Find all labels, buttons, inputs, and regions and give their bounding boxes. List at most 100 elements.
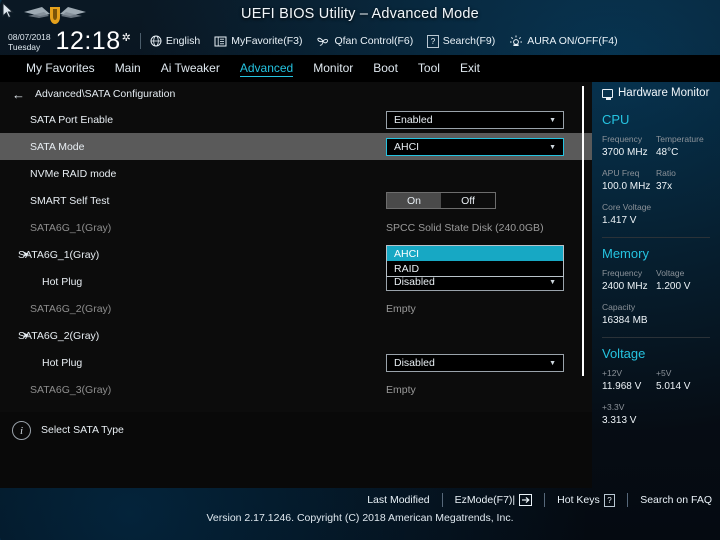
myfavorite-label: MyFavorite(F3) <box>231 35 303 47</box>
cpu-core-voltage-label: Core Voltage <box>602 202 652 212</box>
gear-icon[interactable]: ✲ <box>122 31 131 44</box>
ezmode-label: EzMode(F7)| <box>454 494 516 506</box>
search-on-faq-button[interactable]: Search on FAQ <box>640 494 712 506</box>
sata-port-enable-dropdown[interactable]: Enabled ▼ <box>386 111 564 129</box>
header-toolbar: 08/07/2018 Tuesday 12:18 ✲ English MyFav… <box>0 27 720 55</box>
tab-monitor[interactable]: Monitor <box>313 61 353 76</box>
dropdown-value: Disabled <box>394 357 435 369</box>
toggle-on-option[interactable]: On <box>387 193 441 208</box>
expand-arrow-icon: ➤ <box>22 249 30 259</box>
question-box-icon: ? <box>603 493 616 507</box>
row-value: SPCC Solid State Disk (240.0GB) <box>386 221 544 234</box>
vertical-scrollbar[interactable] <box>582 86 584 376</box>
row-sata6g-2-node[interactable]: ➤ SATA6G_2(Gray) <box>0 322 592 349</box>
divider <box>602 237 710 238</box>
question-box-icon: ? <box>427 34 439 48</box>
version-text: Version 2.17.1246. Copyright (C) 2018 Am… <box>206 512 514 524</box>
row-sata6g-2-info: SATA6G_2(Gray) Empty <box>0 295 592 322</box>
qfan-control-button[interactable]: Qfan Control(F6) <box>316 35 413 47</box>
voltage-5v-value: 5.014 V <box>656 381 691 392</box>
cpu-frequency: Frequency 3700 MHz <box>602 133 656 160</box>
divider <box>544 493 546 507</box>
globe-icon <box>150 35 162 47</box>
memory-voltage-value: 1.200 V <box>656 281 691 292</box>
search-label: Search(F9) <box>442 35 496 47</box>
breadcrumb-text: Advanced\SATA Configuration <box>35 88 176 100</box>
back-arrow-icon[interactable]: ← <box>12 87 25 102</box>
toggle-off-option[interactable]: Off <box>441 193 495 208</box>
tab-boot[interactable]: Boot <box>373 61 398 76</box>
row-label: SMART Self Test <box>30 194 110 207</box>
cpu-core-voltage: Core Voltage 1.417 V <box>602 201 710 228</box>
language-button[interactable]: English <box>150 35 200 47</box>
page-title: UEFI BIOS Utility – Advanced Mode <box>241 6 479 22</box>
row-sata-mode[interactable]: SATA Mode AHCI ▼ <box>0 133 592 160</box>
header-bar: UEFI BIOS Utility – Advanced Mode 08/07/… <box>0 0 720 55</box>
memory-capacity: Capacity 16384 MB <box>602 301 710 328</box>
aura-label: AURA ON/OFF(F4) <box>527 35 618 47</box>
memory-frequency-label: Frequency <box>602 268 643 278</box>
tab-main[interactable]: Main <box>115 61 141 76</box>
last-modified-button[interactable]: Last Modified <box>367 494 429 506</box>
datetime-block: 08/07/2018 Tuesday 12:18 ✲ <box>8 28 131 54</box>
row-label: SATA6G_3(Gray) <box>30 383 112 396</box>
row-hot-plug-2[interactable]: Hot Plug Disabled ▼ <box>0 349 592 376</box>
row-value: Empty <box>386 302 416 315</box>
book-icon <box>214 36 227 47</box>
myfavorite-button[interactable]: MyFavorite(F3) <box>214 35 302 47</box>
cpu-temperature: Temperature 48°C <box>656 133 710 160</box>
sata-mode-dropdown[interactable]: AHCI ▼ <box>386 138 564 156</box>
aura-button[interactable]: AURA ON/OFF(F4) <box>509 35 618 47</box>
row-label: SATA6G_2(Gray) <box>30 302 112 315</box>
cpu-temperature-value: 48°C <box>656 147 679 158</box>
dropdown-option-ahci[interactable]: AHCI <box>387 246 563 261</box>
tab-exit[interactable]: Exit <box>460 61 480 76</box>
hardware-monitor-title: Hardware Monitor <box>602 82 710 104</box>
memory-freq-volt-group: Frequency 2400 MHz Voltage 1.200 V <box>602 267 710 294</box>
cpu-apu-ratio-group: APU Freq 100.0 MHz Ratio 37x <box>602 167 710 194</box>
voltage-5v: +5V 5.014 V <box>656 367 710 394</box>
row-smart-self-test[interactable]: SMART Self Test On Off <box>0 187 592 214</box>
voltage-33v-value: 3.313 V <box>602 415 637 426</box>
cpu-apu-value: 100.0 MHz <box>602 181 651 192</box>
divider <box>139 33 141 49</box>
row-label: SATA6G_1(Gray) <box>18 248 100 261</box>
cpu-apu-freq: APU Freq 100.0 MHz <box>602 167 656 194</box>
hot-keys-button[interactable]: Hot Keys ? <box>557 493 616 507</box>
chevron-down-icon: ▼ <box>549 359 556 367</box>
ezmode-button[interactable]: EzMode(F7)| <box>455 494 533 506</box>
row-sata-port-enable[interactable]: SATA Port Enable Enabled ▼ <box>0 106 592 133</box>
voltage-33v-label: +3.3V <box>602 402 625 412</box>
cpu-ratio-value: 37x <box>656 181 673 192</box>
search-button[interactable]: ? Search(F9) <box>427 34 496 48</box>
tab-my-favorites[interactable]: My Favorites <box>26 61 95 76</box>
memory-section-title: Memory <box>602 246 649 261</box>
hot-plug-2-dropdown[interactable]: Disabled ▼ <box>386 354 564 372</box>
divider <box>602 337 710 338</box>
chevron-down-icon: ▼ <box>549 143 556 151</box>
language-label: English <box>165 35 201 47</box>
dropdown-option-raid[interactable]: RAID <box>387 261 563 276</box>
settings-panel: ← Advanced\SATA Configuration SATA Port … <box>0 82 592 423</box>
hardware-monitor-label: Hardware Monitor <box>618 87 710 99</box>
sata-mode-dropdown-list[interactable]: AHCI RAID <box>386 245 564 277</box>
voltage-rails-group: +12V 11.968 V +5V 5.014 V <box>602 367 710 394</box>
memory-frequency: Frequency 2400 MHz <box>602 267 656 294</box>
cpu-frequency-label: Frequency <box>602 134 643 144</box>
row-nvme-raid-mode[interactable]: NVMe RAID mode <box>0 160 592 187</box>
row-value: Empty <box>386 383 416 396</box>
aura-light-icon <box>509 35 523 47</box>
memory-voltage-label: Voltage <box>656 268 685 278</box>
smart-self-test-toggle[interactable]: On Off <box>386 192 496 209</box>
memory-frequency-value: 2400 MHz <box>602 281 648 292</box>
bottom-links: Last Modified EzMode(F7)| Hot Keys ? Sea… <box>367 493 712 507</box>
tab-tool[interactable]: Tool <box>418 61 440 76</box>
cpu-freq-temp-group: Frequency 3700 MHz Temperature 48°C <box>602 133 710 160</box>
tab-ai-tweaker[interactable]: Ai Tweaker <box>161 61 220 76</box>
tab-advanced[interactable]: Advanced <box>239 61 294 77</box>
info-icon: i <box>12 421 31 440</box>
date-text: 08/07/2018 <box>8 31 51 42</box>
cpu-ratio-label: Ratio <box>656 168 676 178</box>
weekday-text: Tuesday <box>8 41 41 52</box>
breadcrumb[interactable]: ← Advanced\SATA Configuration <box>0 82 592 106</box>
